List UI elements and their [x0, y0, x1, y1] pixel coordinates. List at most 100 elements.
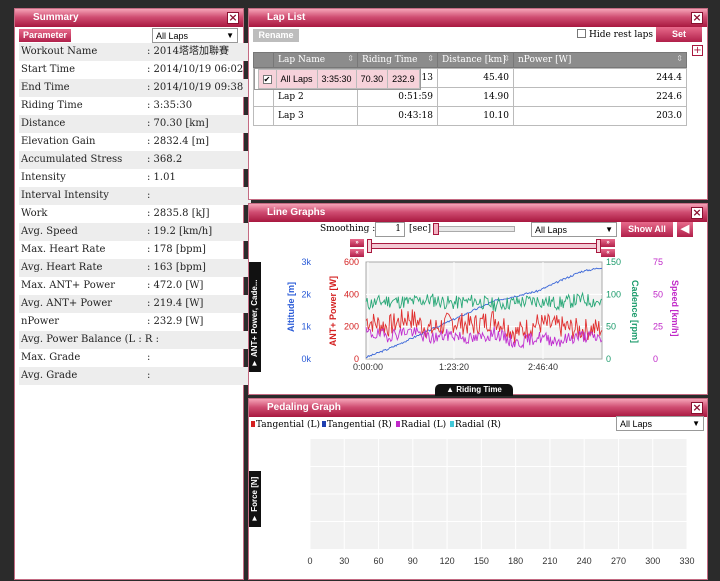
line-graphs-panel: Line Graphs × Smoothing : 1 [sec] All La… — [248, 203, 709, 396]
lap-checkbox-cell[interactable] — [253, 87, 274, 107]
lap-time-cell: 0:51:59 — [357, 87, 438, 107]
lap-npower-cell: 224.6 — [513, 87, 687, 107]
sort-icon[interactable]: ⇳ — [347, 54, 354, 63]
summary-value: : 368.2 — [147, 154, 183, 165]
summary-row: Max. Grade: — [19, 349, 251, 367]
summary-laps-value: All Laps — [156, 31, 189, 41]
pedaling-chart[interactable]: 0 30 60 90 120 150 180 210 240 270 300 330 — [249, 399, 709, 581]
checkmark-icon[interactable]: ✔ — [262, 75, 272, 84]
hide-rest-label: Hide rest laps — [589, 30, 654, 40]
riding-time-header[interactable]: Riding Time ⇳ — [357, 52, 438, 68]
lap-time-cell: 0:43:18 — [357, 106, 438, 126]
summary-key: Work — [21, 208, 48, 219]
summary-key: Max. Heart Rate — [21, 244, 106, 255]
npower-header[interactable]: nPower [W] ⇳ — [513, 52, 687, 68]
hide-rest-laps-toggle[interactable]: Hide rest laps — [577, 28, 653, 42]
summary-value: : 219.4 [W] — [147, 298, 204, 309]
set-button[interactable]: Set — [656, 27, 702, 42]
y-tick-label: 150 — [606, 257, 621, 267]
lap-name-cell[interactable]: Lap 3 — [273, 106, 358, 126]
y-tick-label: 0 — [606, 354, 611, 364]
y-tick-label: 100 — [606, 289, 621, 299]
summary-row: Work: 2835.8 [kJ] — [19, 205, 251, 223]
summary-value: : 163 [bpm] — [147, 262, 206, 273]
summary-value: : 472.0 [W] — [147, 280, 204, 291]
summary-row: Avg. Power Balance (L : R : — [19, 331, 251, 349]
x-tick-label: 300 — [645, 556, 660, 566]
summary-key: Intensity — [21, 172, 66, 183]
summary-row: Elevation Gain: 2832.4 [m] — [19, 133, 251, 151]
summary-key: Elevation Gain — [21, 136, 96, 147]
y-tick-label: 25 — [653, 322, 663, 332]
lap-checkbox-cell[interactable]: ✔ — [257, 69, 277, 89]
distance-header[interactable]: Distance [km] ⇳ — [437, 52, 514, 68]
summary-close-icon[interactable]: × — [227, 12, 239, 24]
summary-laps-select[interactable]: All Laps ▼ — [152, 28, 238, 43]
summary-value: : 232.9 [W] — [147, 316, 204, 327]
y-tick-label: 3k — [301, 257, 311, 267]
summary-key: Accumulated Stress — [21, 154, 123, 165]
chevron-down-icon: ▼ — [226, 31, 234, 40]
summary-header: Summary — [15, 9, 243, 27]
summary-value: : 70.30 [km] — [147, 118, 209, 129]
lap-list-close-icon[interactable]: × — [691, 12, 703, 24]
x-tick-label: 150 — [474, 556, 489, 566]
summary-value: : 1.01 — [147, 172, 176, 183]
lap-table-header-row: Lap Name ⇳ Riding Time ⇳ Distance [km] ⇳ nP… — [253, 52, 687, 68]
summary-key: Avg. Power Balance (L : R : — [21, 334, 159, 345]
y-tick-label: 2k — [301, 289, 311, 299]
summary-key: Avg. Heart Rate — [21, 262, 103, 273]
summary-value: : 3:35:30 — [147, 100, 193, 111]
lap-checkbox-cell[interactable] — [253, 106, 274, 126]
lap-row[interactable]: Lap 3 0:43:18 10.10 203.0 — [253, 106, 687, 126]
x-tick-label: 240 — [577, 556, 592, 566]
summary-key: Interval Intensity — [21, 190, 109, 201]
summary-key: Avg. ANT+ Power — [21, 298, 113, 309]
lap-distance-cell: 10.10 — [437, 106, 514, 126]
lap-name-cell[interactable]: All Laps — [275, 69, 318, 89]
summary-value: : 178 [bpm] — [147, 244, 206, 255]
x-tick-label: 90 — [408, 556, 418, 566]
summary-key: Start Time — [21, 64, 76, 75]
summary-key: Max. ANT+ Power — [21, 280, 115, 291]
y-tick-label: 50 — [653, 289, 663, 299]
lap-list-panel: Lap List × Rename Hide rest laps Set + L… — [248, 8, 708, 200]
y-tick-label: 75 — [653, 257, 663, 267]
sort-icon[interactable]: ⇳ — [676, 54, 683, 63]
y-tick-label: 0 — [653, 354, 658, 364]
riding-time-tab[interactable]: ▲ Riding Time — [435, 384, 513, 396]
line-chart[interactable]: 0:00:00 1:23:20 2:46:403k2k1k0k60040020001… — [249, 204, 709, 396]
y-tick-label: 0k — [301, 354, 311, 364]
parameter-tab[interactable]: Parameter — [19, 29, 71, 42]
x-tick-label: 330 — [679, 556, 694, 566]
rename-button[interactable]: Rename — [253, 29, 299, 42]
lap-name-header[interactable]: Lap Name ⇳ — [273, 52, 358, 68]
lap-distance-cell: 14.90 — [437, 87, 514, 107]
summary-key: Riding Time — [21, 100, 83, 111]
y-tick-label: 50 — [606, 322, 616, 332]
select-column-header — [253, 52, 274, 68]
sort-icon[interactable]: ⇳ — [427, 54, 434, 63]
lap-table: Lap Name ⇳ Riding Time ⇳ Distance [km] ⇳ nP… — [253, 52, 687, 126]
sort-icon[interactable]: ⇳ — [503, 54, 510, 63]
summary-panel: Summary × Parameter All Laps ▼ Workout Na… — [14, 8, 251, 580]
lap-row[interactable]: ✔ All Laps 3:35:30 70.30 232.9 — [253, 68, 421, 90]
summary-key: Workout Name — [21, 46, 98, 57]
lap-npower-cell: 203.0 — [513, 106, 687, 126]
summary-row: Interval Intensity: — [19, 187, 251, 205]
summary-row: Riding Time : 3:35:30 — [19, 97, 251, 115]
lap-npower-cell: 244.4 — [513, 68, 687, 88]
summary-key: Max. Grade — [21, 352, 81, 363]
lap-name-cell[interactable]: Lap 2 — [273, 87, 358, 107]
x-tick-label: 30 — [339, 556, 349, 566]
hide-rest-checkbox[interactable] — [577, 29, 586, 38]
pedaling-graph-panel: Pedaling Graph × Tangential (L) Tangenti… — [248, 398, 708, 580]
y-tick-label: 1k — [301, 322, 311, 332]
summary-key: End Time — [21, 82, 70, 93]
y-tick-label: 400 — [344, 289, 359, 299]
add-column-icon[interactable]: + — [692, 45, 703, 56]
summary-row: Max. ANT+ Power : 472.0 [W] — [19, 277, 251, 295]
lap-row[interactable]: Lap 2 0:51:59 14.90 224.6 — [253, 87, 687, 107]
x-tick-label: 180 — [508, 556, 523, 566]
x-tick-label: 120 — [440, 556, 455, 566]
